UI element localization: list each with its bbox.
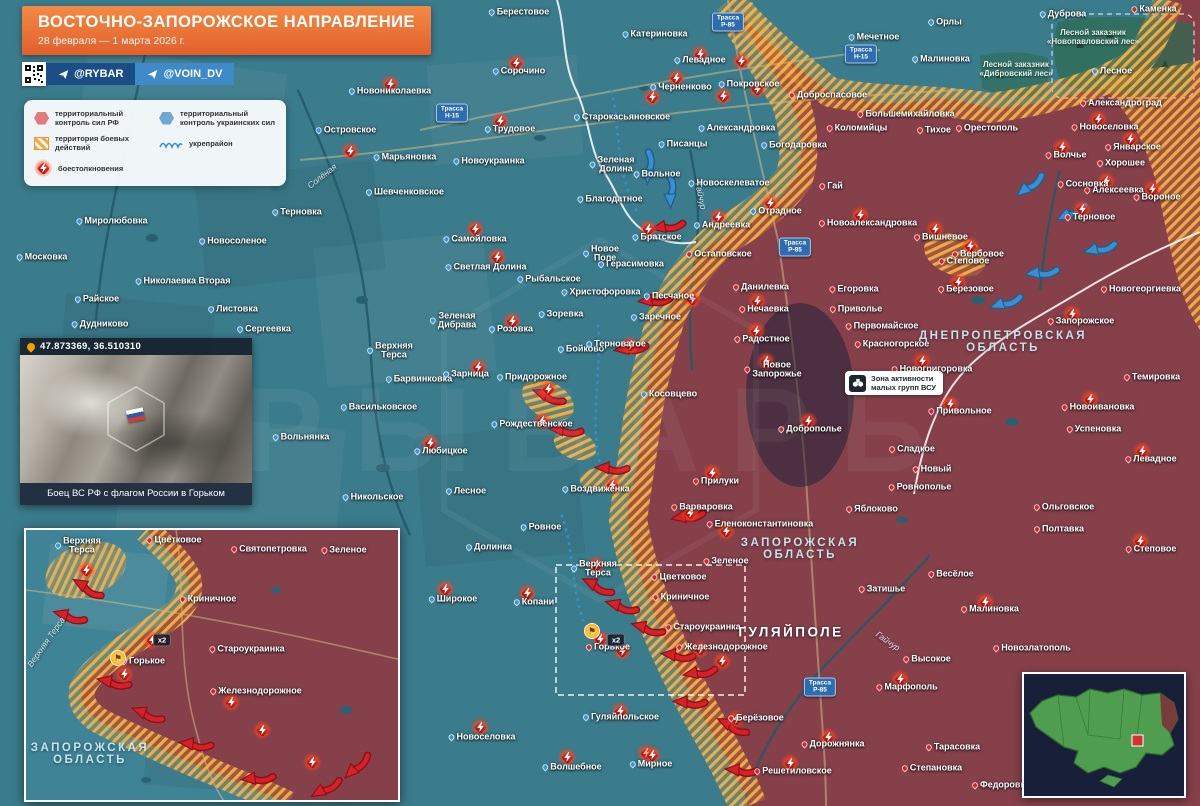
town-label: Криничное — [180, 594, 237, 603]
legend-item-clashes: боестолкновения — [34, 159, 151, 177]
page-title: ВОСТОЧНО-ЗАПОРОЖСКОЕ НАПРАВЛЕНИЕ — [38, 13, 415, 32]
location-pin-icon — [25, 341, 36, 352]
photo-inset: 47.873369, 36.510310 Боец ВС РФ с флагом… — [20, 338, 252, 505]
town-label: Железнодорожное — [210, 686, 301, 695]
channel-voin-dv[interactable]: @VOIN_DV — [135, 63, 234, 85]
town-label: Верхняя Терса — [55, 537, 101, 556]
town-label: Горькое — [121, 656, 165, 665]
clashes-icon — [34, 159, 52, 177]
telegram-icon — [58, 69, 69, 80]
rf-pin-icon — [145, 536, 153, 544]
channels-bar: @RYBAR @VOIN_DV — [22, 62, 234, 86]
legend: территориальный контроль сил РФ территор… — [24, 100, 286, 186]
fortified-line-icon — [159, 138, 183, 149]
inset-canvas — [26, 530, 400, 802]
war-map: РЫБАРЬ БерестовоеОрлыДуброваКаменкаКатер… — [0, 0, 1200, 806]
legend-item-fortified: укрепрайон — [159, 134, 276, 152]
rf-pin-icon — [209, 687, 217, 695]
town-label: Цветковое — [146, 535, 201, 544]
map-location-marker — [1132, 735, 1143, 746]
rf-control-icon — [34, 112, 49, 125]
date-range: 28 февраля — 1 марта 2026 г. — [38, 35, 415, 47]
photo-geotag: 47.873369, 36.510310 — [20, 338, 252, 355]
map-title-banner: ВОСТОЧНО-ЗАПОРОЖСКОЕ НАПРАВЛЕНИЕ 28 февр… — [22, 6, 431, 55]
channel-rybar[interactable]: @RYBAR — [46, 63, 135, 85]
town-label: Староукраинка — [209, 644, 284, 653]
rf-pin-icon — [320, 546, 328, 554]
rf-pin-icon — [178, 595, 186, 603]
ukraine-overview-minimap — [1022, 672, 1186, 798]
ua-control-icon — [159, 112, 174, 125]
zoom-inset: Верхняя Терса Цветковое Святопетровка Зелен… — [24, 528, 400, 802]
ua-pin-icon — [54, 542, 62, 550]
combat-zone-icon — [34, 137, 49, 150]
legend-item-ua-control: территориальный контроль украинских сил — [159, 109, 276, 127]
rf-pin-icon — [208, 645, 216, 653]
legend-item-rf-control: территориальный контроль сил РФ — [34, 109, 151, 127]
town-label: Зеленое — [321, 545, 366, 554]
vsu-activity-zone — [746, 303, 854, 487]
town-label: Святопетровка — [231, 544, 307, 553]
photo-image — [20, 355, 252, 483]
legend-item-combat-zone: территория боевых действий — [34, 134, 151, 152]
rf-pin-icon — [230, 545, 238, 553]
photo-caption: Боец ВС РФ с флагом России в Горьком — [20, 483, 252, 505]
qr-code — [22, 62, 46, 86]
telegram-icon — [147, 69, 158, 80]
rf-pin-icon — [120, 657, 128, 665]
